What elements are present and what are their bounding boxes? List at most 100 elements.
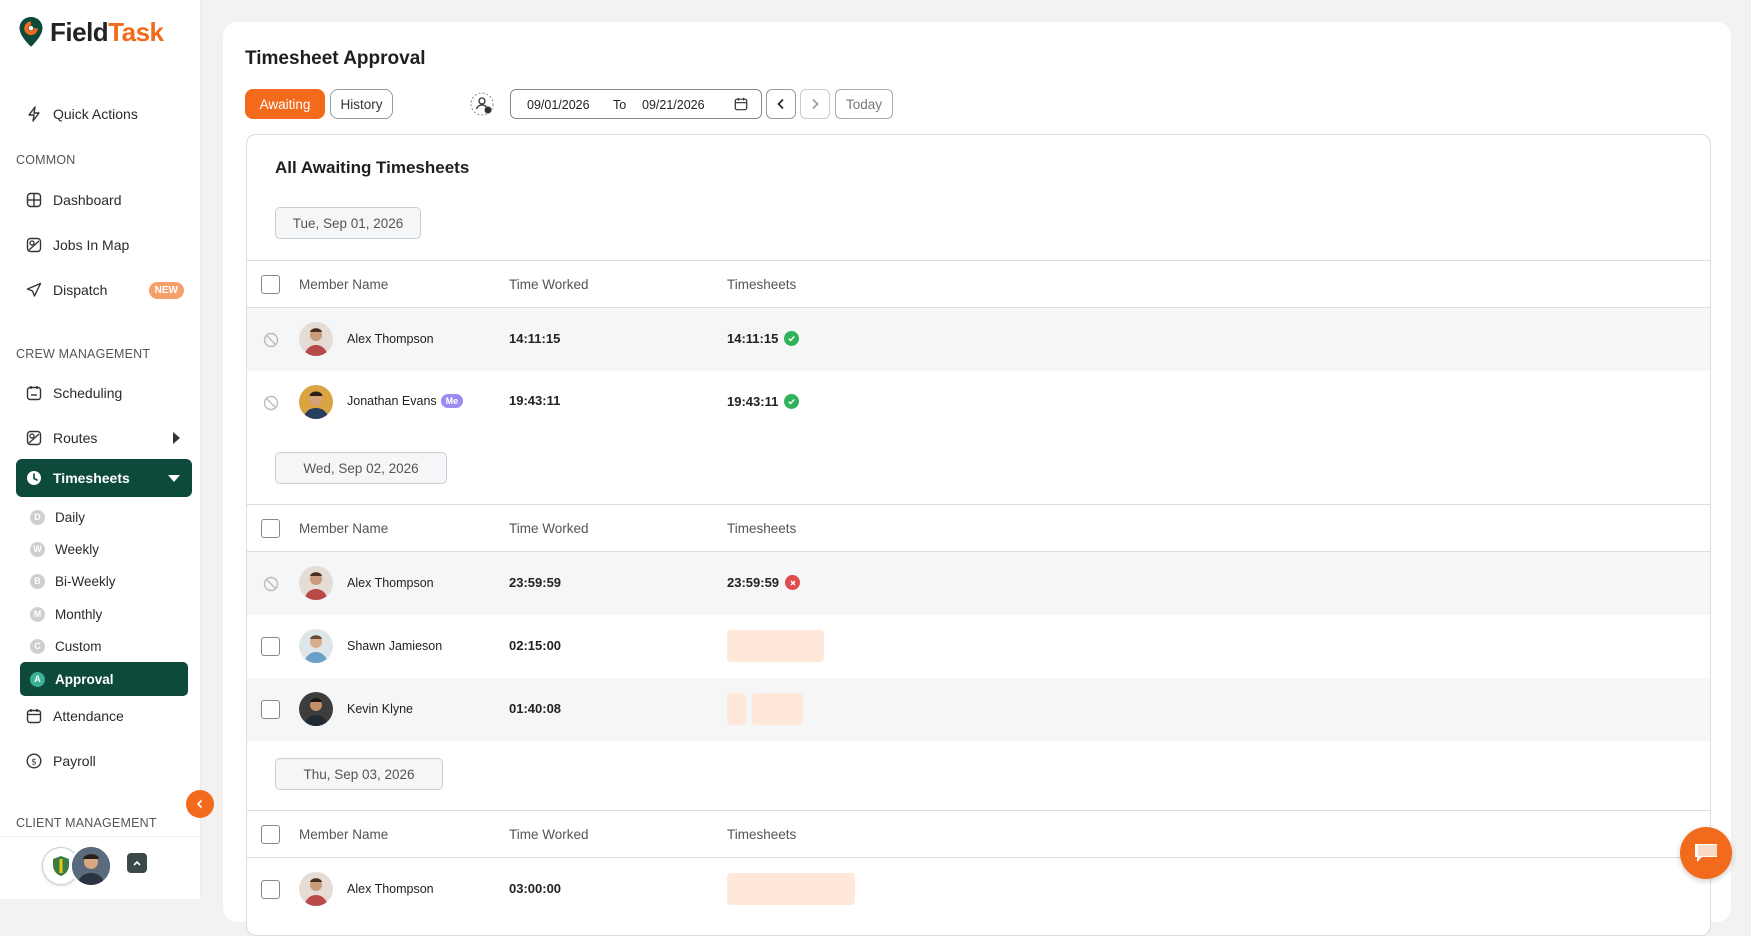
sidebar-subitem-label: Custom bbox=[55, 638, 102, 654]
select-all-checkbox[interactable] bbox=[261, 519, 280, 538]
column-header-time-worked: Time Worked bbox=[509, 827, 589, 842]
table-row[interactable]: Shawn Jamieson 02:15:00 bbox=[247, 615, 1710, 678]
clock-icon bbox=[26, 470, 42, 486]
chevron-left-icon bbox=[196, 799, 203, 809]
expand-up-button[interactable] bbox=[127, 853, 147, 873]
sidebar-item-label: Scheduling bbox=[53, 385, 123, 401]
collapse-sidebar-button[interactable] bbox=[186, 790, 214, 818]
column-header-member: Member Name bbox=[299, 827, 389, 842]
timesheet-value: 19:43:11 bbox=[727, 394, 779, 409]
blocked-icon bbox=[263, 395, 279, 411]
column-header-time-worked: Time Worked bbox=[509, 521, 589, 536]
tab-history[interactable]: History bbox=[330, 89, 393, 119]
shield-logo-icon bbox=[53, 856, 69, 876]
table-row[interactable]: Alex Thompson 03:00:00 bbox=[247, 858, 1710, 921]
member-name-text: Jonathan Evans bbox=[347, 394, 437, 408]
map-icon bbox=[26, 237, 42, 253]
table-header: Member Name Time Worked Timesheets bbox=[247, 810, 1710, 858]
avatar bbox=[299, 385, 333, 419]
timesheet-loading-placeholder bbox=[727, 693, 746, 725]
table-row[interactable]: Alex Thompson 23:59:59 23:59:59 bbox=[247, 552, 1710, 615]
sidebar-item-label: Jobs In Map bbox=[53, 237, 130, 253]
sidebar-item-dispatch[interactable]: Dispatch NEW bbox=[16, 272, 192, 308]
member-name: Jonathan Evans Me bbox=[347, 394, 464, 408]
sidebar-item-label: Timesheets bbox=[53, 470, 130, 486]
time-worked: 23:59:59 bbox=[509, 575, 562, 590]
calendar-check-icon bbox=[26, 708, 42, 724]
user-filter-icon bbox=[470, 92, 494, 116]
app-logo[interactable]: FieldTask bbox=[18, 16, 164, 48]
sidebar-subitem-approval[interactable]: A Approval bbox=[20, 662, 188, 696]
tab-awaiting[interactable]: Awaiting bbox=[245, 89, 325, 119]
table-row[interactable]: Alex Thompson 14:11:15 14:11:15 bbox=[247, 308, 1710, 371]
timesheet-entry[interactable]: 19:43:11 bbox=[727, 394, 800, 409]
sidebar-item-payroll[interactable]: $ Payroll bbox=[16, 743, 192, 779]
caret-down-icon bbox=[168, 474, 180, 482]
sidebar-subitem-bi-weekly[interactable]: B Bi-Weekly bbox=[20, 566, 188, 596]
card-title: All Awaiting Timesheets bbox=[275, 158, 470, 177]
date-from-value: 09/01/2026 bbox=[527, 98, 590, 112]
avatar bbox=[299, 692, 333, 726]
logo-text-task: Task bbox=[108, 16, 164, 47]
calendar-icon bbox=[26, 385, 42, 401]
chat-support-button[interactable] bbox=[1680, 827, 1732, 879]
date-to-value: 09/21/2026 bbox=[642, 98, 705, 112]
timesheet-loading-placeholder bbox=[752, 693, 803, 725]
next-range-button[interactable] bbox=[800, 89, 830, 119]
select-all-checkbox[interactable] bbox=[261, 275, 280, 294]
awaiting-timesheets-card: All Awaiting Timesheets Tue, Sep 01, 202… bbox=[246, 134, 1711, 936]
sidebar-item-routes[interactable]: Routes bbox=[16, 420, 192, 456]
sidebar-item-label: Payroll bbox=[53, 753, 96, 769]
sidebar-item-dashboard[interactable]: Dashboard bbox=[16, 182, 192, 218]
sidebar-item-scheduling[interactable]: Scheduling bbox=[16, 375, 192, 411]
sidebar-subitem-weekly[interactable]: W Weekly bbox=[20, 534, 188, 564]
sidebar-subitem-label: Monthly bbox=[55, 606, 103, 622]
sidebar-subitem-custom[interactable]: C Custom bbox=[20, 631, 188, 661]
sidebar-item-attendance[interactable]: Attendance bbox=[16, 698, 192, 734]
letter-a-icon: A bbox=[30, 671, 45, 687]
row-checkbox[interactable] bbox=[261, 880, 280, 899]
table-row[interactable]: Kevin Klyne 01:40:08 bbox=[247, 678, 1710, 741]
svg-text:$: $ bbox=[31, 758, 37, 768]
letter-w-icon: W bbox=[30, 541, 45, 557]
select-all-checkbox[interactable] bbox=[261, 825, 280, 844]
timesheet-entry[interactable]: 14:11:15 bbox=[727, 331, 800, 346]
avatar bbox=[299, 872, 333, 906]
sidebar-subitem-monthly[interactable]: M Monthly bbox=[20, 599, 188, 629]
timesheet-loading-placeholder bbox=[727, 873, 855, 905]
row-checkbox[interactable] bbox=[261, 700, 280, 719]
chevron-right-icon bbox=[812, 98, 819, 110]
sidebar-item-jobs-in-map[interactable]: Jobs In Map bbox=[16, 227, 192, 263]
avatar bbox=[299, 322, 333, 356]
column-header-time-worked: Time Worked bbox=[509, 277, 589, 292]
letter-d-icon: D bbox=[30, 509, 45, 525]
today-button[interactable]: Today bbox=[835, 89, 893, 119]
sidebar-subitem-label: Weekly bbox=[55, 541, 100, 557]
sidebar-footer bbox=[0, 836, 200, 899]
timesheet-entry[interactable]: 23:59:59 bbox=[727, 575, 801, 590]
avatar[interactable] bbox=[70, 845, 112, 887]
calendar-icon bbox=[734, 97, 748, 111]
new-badge: NEW bbox=[148, 281, 184, 299]
column-header-timesheets: Timesheets bbox=[727, 277, 797, 292]
approved-check-icon bbox=[784, 331, 800, 346]
column-header-member: Member Name bbox=[299, 521, 389, 536]
date-range-picker[interactable]: 09/01/2026 To 09/21/2026 bbox=[510, 89, 762, 119]
user-filter-button[interactable] bbox=[470, 92, 494, 116]
sidebar-subitem-daily[interactable]: D Daily bbox=[20, 502, 188, 532]
approved-check-icon bbox=[784, 394, 800, 409]
table-row[interactable]: Jonathan Evans Me 19:43:11 19:43:11 bbox=[247, 371, 1710, 434]
column-header-timesheets: Timesheets bbox=[727, 827, 797, 842]
chevron-up-icon bbox=[133, 860, 141, 866]
sidebar: FieldTask Quick Actions COMMON Dashboard… bbox=[0, 0, 201, 899]
date-group-label: Tue, Sep 01, 2026 bbox=[275, 207, 421, 239]
row-checkbox[interactable] bbox=[261, 637, 280, 656]
section-label-common: COMMON bbox=[16, 153, 76, 167]
time-worked: 01:40:08 bbox=[509, 701, 562, 716]
sidebar-item-label: Attendance bbox=[53, 708, 124, 724]
sidebar-item-quick-actions[interactable]: Quick Actions bbox=[16, 96, 192, 132]
sidebar-item-timesheets[interactable]: Timesheets bbox=[16, 459, 192, 497]
sidebar-item-label: Routes bbox=[53, 430, 98, 446]
timesheet-value: 23:59:59 bbox=[727, 575, 780, 590]
previous-range-button[interactable] bbox=[766, 89, 796, 119]
